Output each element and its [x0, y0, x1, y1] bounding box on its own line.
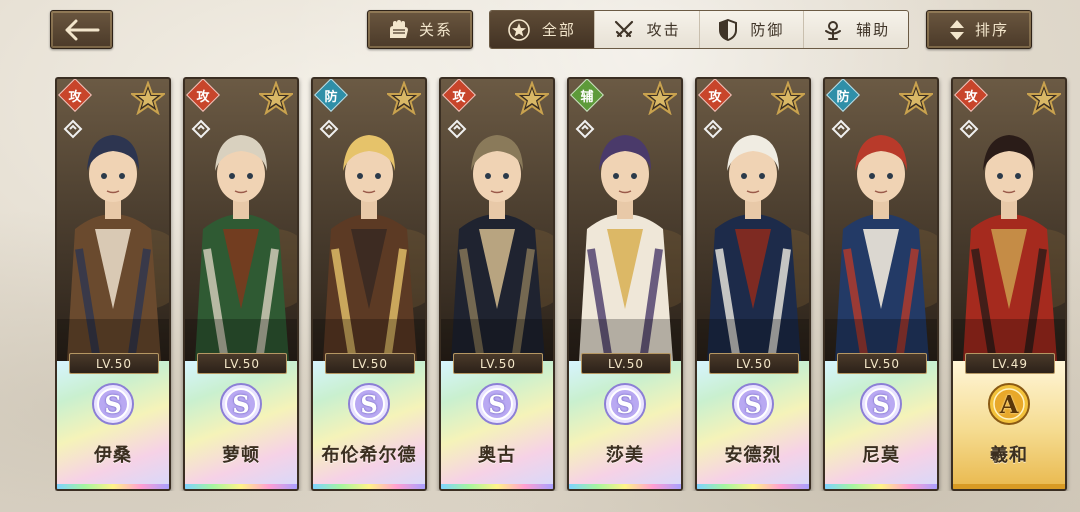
- level-label: LV.50: [197, 353, 287, 374]
- role-badge-text: 攻: [452, 89, 466, 105]
- rarity-strip: [953, 484, 1065, 489]
- tab-support-label: 辅助: [856, 21, 891, 39]
- tab-defense[interactable]: 防御: [698, 11, 804, 48]
- tab-attack-label: 攻击: [646, 21, 681, 39]
- rank-letter: S: [616, 389, 634, 419]
- star-icon: [897, 80, 935, 119]
- rank-s-icon: S: [347, 382, 391, 426]
- rank-letter: S: [872, 389, 890, 419]
- rank-letter: S: [104, 389, 122, 419]
- sort-label: 排序: [974, 21, 1009, 39]
- rank-letter: S: [360, 389, 378, 419]
- class-chevron-icon: [319, 119, 339, 143]
- role-badge-text: 攻: [68, 89, 82, 105]
- class-chevron-icon: [575, 119, 595, 143]
- character-card-list: 攻 LV.50 S 伊桑 攻 LV.50 S 萝顿 防 LV.50 S 布伦希尔…: [55, 77, 1080, 491]
- star-icon: [513, 80, 551, 119]
- character-name: 萝顿: [222, 445, 260, 466]
- character-card[interactable]: 攻 LV.50 S 萝顿: [183, 77, 299, 491]
- rarity-strip: [697, 484, 809, 489]
- star-icon: [1025, 80, 1063, 119]
- character-name: 奥古: [478, 445, 516, 466]
- level-label: LV.49: [965, 353, 1055, 374]
- class-chevron-icon: [959, 119, 979, 143]
- rarity-strip: [313, 484, 425, 489]
- tab-support[interactable]: 辅助: [803, 11, 908, 48]
- character-name: 安德烈: [724, 445, 782, 466]
- rank-s-icon: S: [475, 382, 519, 426]
- class-chevron-icon: [63, 119, 83, 143]
- level-label: LV.50: [709, 353, 799, 374]
- glove-icon: [387, 19, 409, 40]
- crossed-swords-icon: [613, 19, 635, 41]
- rarity-strip: [569, 484, 681, 489]
- arrow-left-icon: [64, 19, 100, 41]
- tab-all[interactable]: 全部: [490, 11, 594, 48]
- character-card[interactable]: 攻 LV.49 A 羲和: [951, 77, 1067, 491]
- rank-letter: S: [232, 389, 250, 419]
- rarity-strip: [57, 484, 169, 489]
- character-name: 莎美: [606, 445, 644, 466]
- rank-letter: S: [744, 389, 762, 419]
- rank-s-icon: S: [219, 382, 263, 426]
- role-filter-tabs: 全部 攻击 防御 辅助: [489, 10, 909, 49]
- character-card[interactable]: 防 LV.50 S 布伦希尔德: [311, 77, 427, 491]
- character-card[interactable]: 辅 LV.50 S 莎美: [567, 77, 683, 491]
- rank-a-icon: A: [987, 382, 1031, 426]
- star-icon: [129, 80, 167, 119]
- role-badge-text: 攻: [196, 89, 210, 105]
- star-icon: [641, 80, 679, 119]
- back-button[interactable]: [50, 10, 113, 49]
- character-name: 尼莫: [862, 445, 900, 466]
- class-chevron-icon: [703, 119, 723, 143]
- character-name: 布伦希尔德: [321, 445, 417, 466]
- star-circle-icon: [508, 18, 530, 41]
- rank-s-icon: S: [603, 382, 647, 426]
- star-icon: [257, 80, 295, 119]
- rarity-strip: [825, 484, 937, 489]
- rarity-strip: [185, 484, 297, 489]
- class-chevron-icon: [447, 119, 467, 143]
- star-icon: [769, 80, 807, 119]
- role-badge-text: 辅: [580, 89, 594, 105]
- rank-s-icon: S: [731, 382, 775, 426]
- relation-button[interactable]: 关系: [367, 10, 473, 49]
- rank-s-icon: S: [91, 382, 135, 426]
- level-label: LV.50: [581, 353, 671, 374]
- character-name: 伊桑: [94, 445, 132, 466]
- character-card[interactable]: 攻 LV.50 S 伊桑: [55, 77, 171, 491]
- support-icon: [822, 19, 844, 41]
- character-card[interactable]: 防 LV.50 S 尼莫: [823, 77, 939, 491]
- rarity-strip: [441, 484, 553, 489]
- class-chevron-icon: [831, 119, 851, 143]
- tab-attack[interactable]: 攻击: [593, 11, 699, 48]
- shield-icon: [718, 18, 738, 41]
- sort-button[interactable]: 排序: [926, 10, 1032, 49]
- level-label: LV.50: [453, 353, 543, 374]
- relation-label: 关系: [418, 21, 453, 39]
- class-chevron-icon: [191, 119, 211, 143]
- tab-defense-label: 防御: [750, 21, 785, 39]
- level-label: LV.50: [325, 353, 415, 374]
- role-badge-text: 攻: [964, 89, 978, 105]
- character-card[interactable]: 攻 LV.50 S 奥古: [439, 77, 555, 491]
- character-name: 羲和: [990, 445, 1028, 466]
- character-card[interactable]: 攻 LV.50 S 安德烈: [695, 77, 811, 491]
- star-icon: [385, 80, 423, 119]
- level-label: LV.50: [69, 353, 159, 374]
- role-badge-text: 防: [836, 89, 850, 105]
- rank-letter: S: [488, 389, 506, 419]
- rank-letter: A: [999, 389, 1019, 419]
- sort-arrows-icon: [949, 19, 965, 41]
- role-badge-text: 防: [324, 89, 338, 105]
- rank-s-icon: S: [859, 382, 903, 426]
- role-badge-text: 攻: [708, 89, 722, 105]
- tab-all-label: 全部: [541, 21, 576, 39]
- level-label: LV.50: [837, 353, 927, 374]
